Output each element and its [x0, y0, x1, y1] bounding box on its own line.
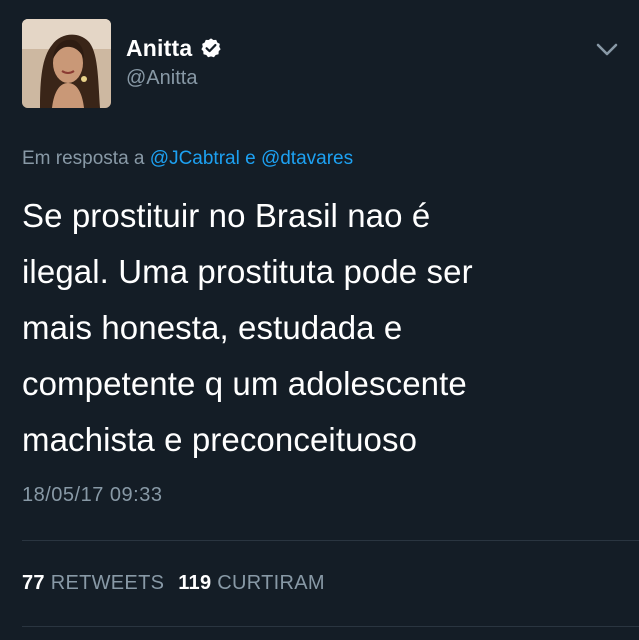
tweet-text: Se prostituir no Brasil nao é ilegal. Um…	[22, 188, 612, 468]
likes-label: CURTIRAM	[217, 572, 325, 594]
tweet-line: ilegal. Uma prostituta pode ser	[22, 253, 473, 290]
mention-link[interactable]: @JCabtral	[150, 148, 240, 169]
avatar-image	[22, 19, 111, 108]
retweets-count: 77	[22, 572, 45, 594]
likes-count: 119	[178, 572, 212, 594]
display-name[interactable]: Anitta	[126, 35, 192, 62]
mention-link[interactable]: @dtavares	[261, 148, 353, 169]
author-handle[interactable]: @Anitta	[126, 67, 197, 90]
reply-context: Em resposta a @JCabtral e @dtavares	[22, 148, 353, 170]
reply-prefix: Em resposta a	[22, 148, 150, 169]
avatar[interactable]	[22, 19, 111, 108]
divider	[22, 540, 639, 541]
divider	[22, 626, 639, 627]
tweet-line: Se prostituir no Brasil nao é	[22, 197, 431, 234]
reply-conjunction[interactable]: e	[240, 148, 261, 169]
chevron-down-icon[interactable]	[595, 40, 619, 60]
author-name-row[interactable]: Anitta	[126, 33, 222, 63]
retweets-stat[interactable]: 77 RETWEETS	[22, 572, 164, 594]
verified-badge-icon	[201, 38, 221, 58]
tweet-line: competente q um adolescente	[22, 365, 467, 402]
tweet-timestamp: 18/05/17 09:33	[22, 484, 163, 506]
engagement-stats: 77 RETWEETS 119 CURTIRAM	[22, 572, 325, 595]
tweet-line: mais honesta, estudada e	[22, 309, 403, 346]
likes-stat[interactable]: 119 CURTIRAM	[178, 572, 325, 594]
retweets-label: RETWEETS	[50, 572, 165, 594]
tweet-line: machista e preconceituoso	[22, 421, 418, 458]
